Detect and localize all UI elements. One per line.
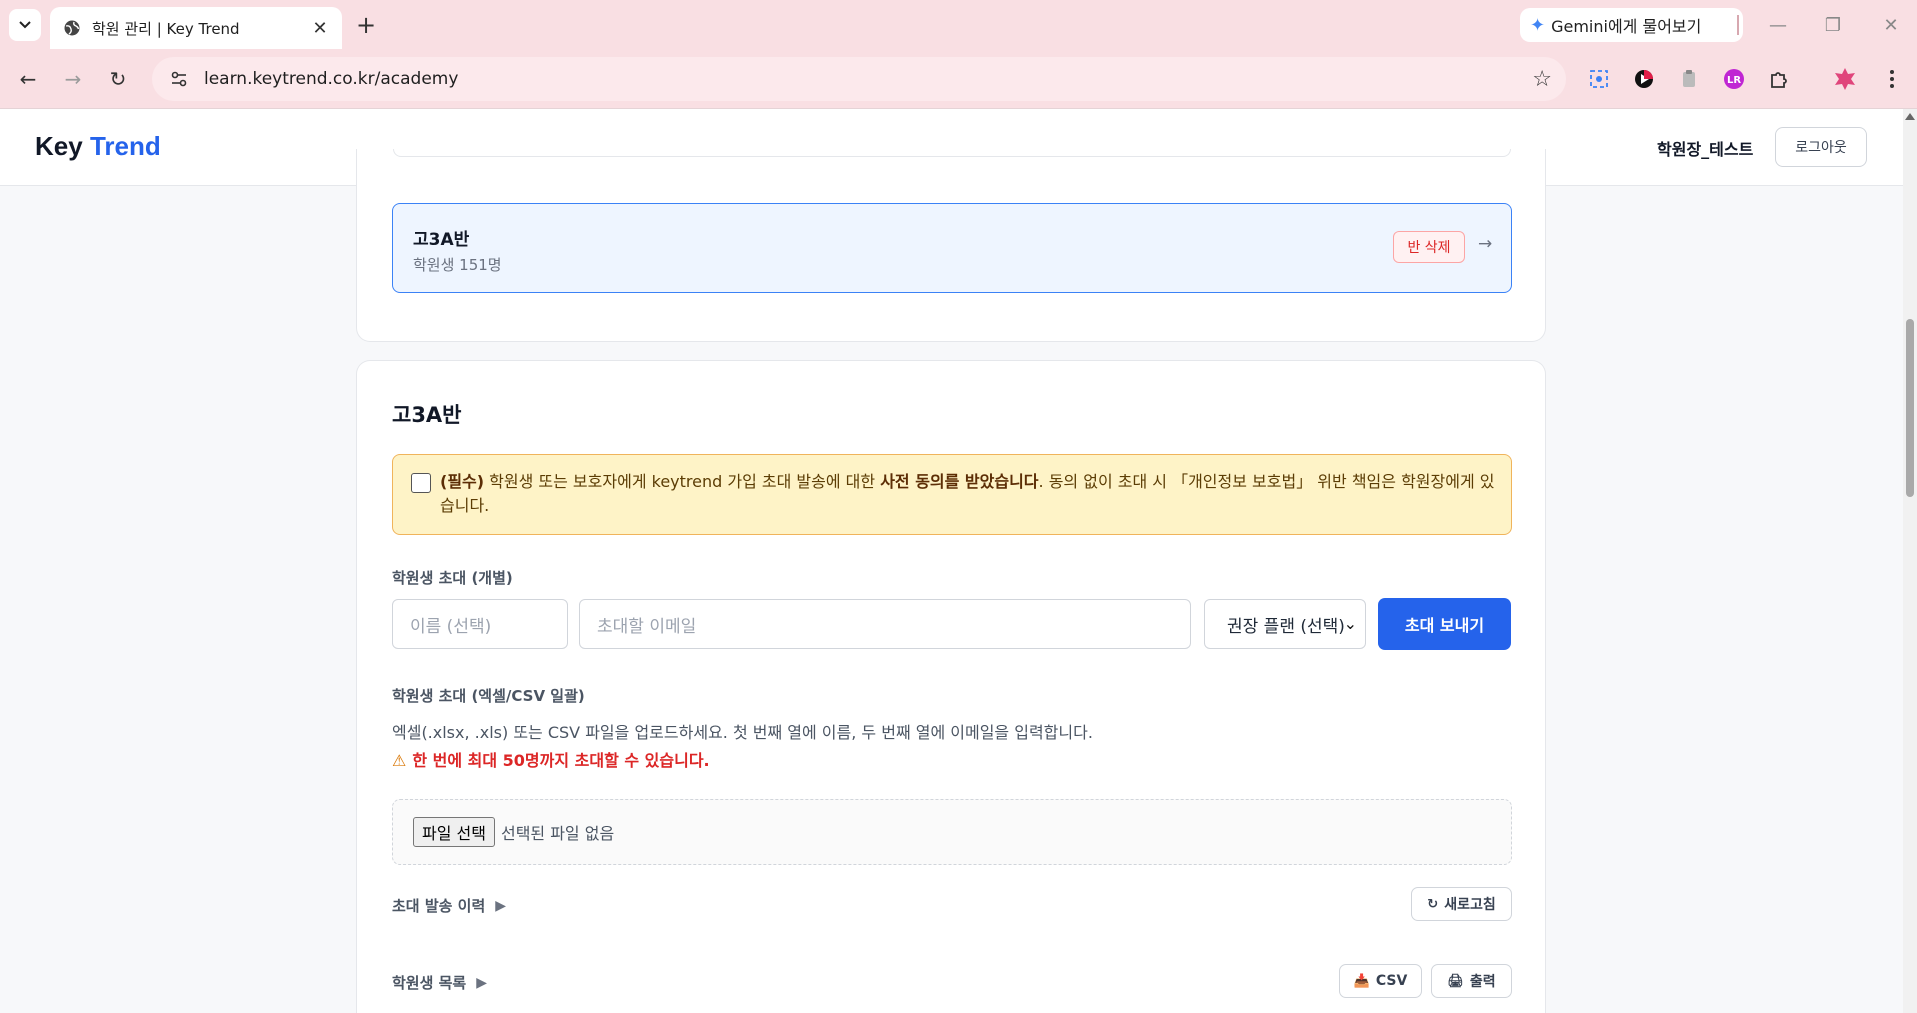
class-item-selected[interactable]: 고3A반 학원생 151명 반 삭제 → (392, 203, 1512, 293)
url-text: learn.keytrend.co.kr/academy (204, 69, 459, 89)
student-list-label: 학원생 목록 (392, 974, 467, 992)
logo-main-text: Key (35, 131, 83, 161)
bulk-warning: ⚠ 한 번에 최대 50명까지 초대할 수 있습니다. (392, 747, 710, 771)
svg-text:LR: LR (1727, 75, 1741, 86)
warning-icon: ⚠ (392, 751, 407, 770)
consent-checkbox[interactable] (411, 473, 431, 493)
new-tab-button[interactable]: + (352, 11, 380, 39)
gemini-sparkle-icon: ✦ (1530, 14, 1546, 36)
download-icon: 📥 (1353, 973, 1370, 989)
reload-icon[interactable]: ↻ (102, 63, 134, 95)
bulk-warning-text: 한 번에 최대 50명까지 초대할 수 있습니다. (412, 751, 710, 770)
consent-bold: 사전 동의를 받았습니다 (880, 472, 1039, 491)
invite-bulk-label: 학원생 초대 (엑셀/CSV 일괄) (392, 687, 585, 705)
media-extension-icon[interactable] (1628, 63, 1660, 95)
class-list-card: 고3A반 학원생 151명 반 삭제 → (356, 149, 1546, 342)
class-name: 고3A반 (413, 230, 470, 250)
kebab-menu-icon[interactable] (1876, 63, 1908, 95)
chevron-down-icon (19, 21, 31, 29)
student-list-toggle[interactable]: 학원생 목록 ▶ (392, 972, 487, 993)
gemini-label: Gemini에게 물어보기 (1551, 17, 1702, 36)
chevron-down-icon: ⌄ (1343, 614, 1357, 633)
previous-item-edge (393, 149, 1511, 157)
plan-select-value: 권장 플랜 (선택) (1227, 616, 1345, 637)
browser-tab[interactable]: 학원 관리 | Key Trend ✕ (50, 7, 342, 49)
name-input[interactable]: 이름 (선택) (392, 599, 568, 649)
email-input[interactable]: 초대할 이메일 (579, 599, 1191, 649)
logout-button[interactable]: 로그아웃 (1775, 127, 1867, 167)
browser-tabbar: 학원 관리 | Key Trend ✕ + ✦ Gemini에게 물어보기 — … (0, 0, 1917, 49)
file-status: 선택된 파일 없음 (500, 824, 615, 843)
consent-required: (필수) (440, 472, 485, 491)
screenshot-extension-icon[interactable] (1583, 63, 1615, 95)
file-select-button[interactable]: 파일 선택 (413, 817, 495, 847)
class-detail-card: 고3A반 (필수) 학원생 또는 보호자에게 keytrend 가입 초대 발송… (356, 360, 1546, 1013)
lr-extension-icon[interactable]: LR (1718, 63, 1750, 95)
delete-class-button[interactable]: 반 삭제 (1393, 231, 1465, 263)
clipboard-extension-icon[interactable] (1673, 63, 1705, 95)
consent-text: (필수) 학원생 또는 보호자에게 keytrend 가입 초대 발송에 대한 … (440, 470, 1500, 518)
triangle-right-icon: ▶ (495, 897, 507, 914)
refresh-label: 새로고침 (1444, 897, 1496, 913)
close-icon[interactable]: ✕ (310, 18, 330, 39)
back-arrow-icon[interactable]: ← (12, 63, 44, 95)
browser-toolbar: ← → ↻ learn.keytrend.co.kr/academy ☆ LR (0, 49, 1917, 109)
user-name: 학원장_테스트 (1657, 140, 1754, 159)
print-button[interactable]: 🖨 출력 (1431, 964, 1512, 998)
bookmark-star-icon[interactable]: ☆ (1532, 67, 1552, 92)
refresh-button[interactable]: ↻ 새로고침 (1411, 887, 1512, 921)
refresh-icon: ↻ (1427, 896, 1439, 912)
triangle-right-icon: ▶ (476, 974, 488, 991)
page-viewport: Key Trend 학원장_테스트 로그아웃 고3A반 학원생 151명 반 삭… (0, 109, 1903, 1013)
invite-single-label: 학원생 초대 (개별) (392, 569, 513, 587)
class-student-count: 학원생 151명 (413, 256, 502, 274)
csv-label: CSV (1375, 973, 1408, 989)
bulk-help-text: 엑셀(.xlsx, .xls) 또는 CSV 파일을 업로드하세요. 첫 번째 … (392, 723, 1093, 742)
globe-icon (62, 18, 82, 38)
address-bar[interactable]: learn.keytrend.co.kr/academy ☆ (152, 57, 1566, 101)
class-detail-title: 고3A반 (392, 403, 462, 427)
minimize-icon[interactable]: — (1763, 10, 1793, 40)
window-close-icon[interactable]: ✕ (1876, 10, 1906, 40)
restore-icon[interactable]: ❐ (1818, 10, 1848, 40)
print-label: 출력 (1469, 974, 1496, 990)
invite-history-label: 초대 발송 이력 (392, 897, 486, 915)
profile-avatar-icon[interactable] (1829, 63, 1861, 95)
tab-title: 학원 관리 | Key Trend (92, 19, 240, 38)
send-invite-button[interactable]: 초대 보내기 (1378, 598, 1511, 650)
puzzle-extensions-icon[interactable] (1763, 63, 1795, 95)
forward-arrow-icon[interactable]: → (57, 63, 89, 95)
logo-accent-text: Trend (89, 131, 161, 161)
tab-search-button[interactable] (9, 9, 41, 41)
divider (1737, 15, 1739, 35)
page-scrollbar[interactable] (1903, 109, 1917, 1013)
gemini-button[interactable]: ✦ Gemini에게 물어보기 (1520, 8, 1743, 42)
csv-export-button[interactable]: 📥 CSV (1339, 964, 1422, 998)
printer-icon: 🖨 (1447, 973, 1464, 989)
plan-select[interactable]: 권장 플랜 (선택) ⌄ (1204, 599, 1366, 649)
consent-notice: (필수) 학원생 또는 보호자에게 keytrend 가입 초대 발송에 대한 … (392, 454, 1512, 535)
scroll-up-arrow-icon[interactable] (1905, 113, 1915, 120)
scrollbar-thumb[interactable] (1906, 319, 1914, 497)
invite-history-toggle[interactable]: 초대 발송 이력 ▶ (392, 895, 506, 916)
site-info-icon[interactable] (166, 66, 192, 92)
logo[interactable]: Key Trend (35, 131, 161, 162)
consent-text-before: 학원생 또는 보호자에게 keytrend 가입 초대 발송에 대한 (484, 472, 881, 491)
file-dropzone[interactable]: 파일 선택 선택된 파일 없음 (392, 799, 1512, 865)
arrow-right-icon: → (1478, 234, 1493, 254)
